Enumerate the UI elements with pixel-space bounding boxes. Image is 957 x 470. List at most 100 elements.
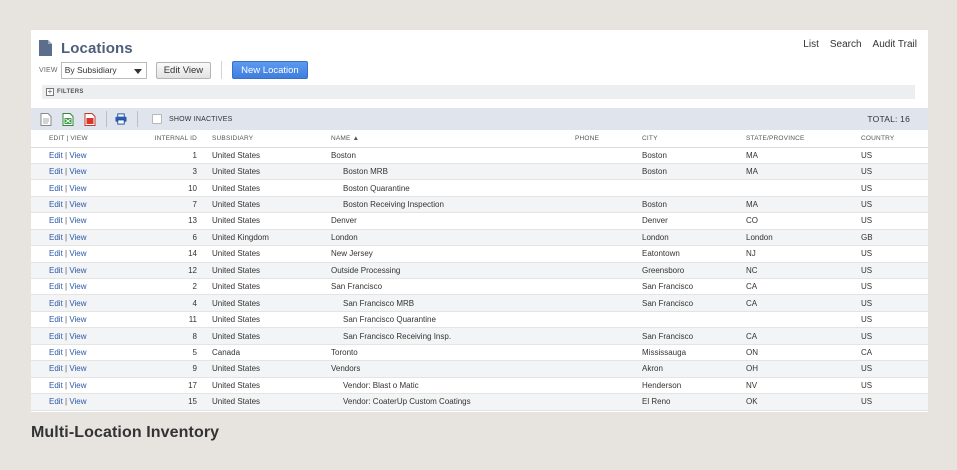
- view-select[interactable]: By Subsidiary: [60, 61, 147, 79]
- subsidiary-cell: Canada: [212, 344, 331, 362]
- document-icon[interactable]: [40, 112, 52, 126]
- edit-view-cell: Edit | View: [31, 393, 127, 411]
- edit-view-cell: Edit | View: [31, 163, 127, 181]
- pdf-icon[interactable]: [84, 112, 96, 126]
- edit-view-cell: Edit | View: [31, 262, 127, 280]
- view-link[interactable]: View: [69, 315, 86, 324]
- column-header-state-province[interactable]: STATE/PROVINCE: [746, 131, 861, 148]
- excel-icon[interactable]: [62, 112, 74, 126]
- table-row: Edit | View 3 United States Boston MRB Bosto…: [31, 163, 928, 181]
- view-link[interactable]: View: [69, 266, 86, 275]
- name-cell: Boston Quarantine: [331, 179, 575, 197]
- table-row: Edit | View 2 United States San Francisco Sa…: [31, 278, 928, 296]
- name-cell: San Francisco MRB: [331, 294, 575, 312]
- state-cell: London: [746, 229, 861, 247]
- audit-trail-link[interactable]: Audit Trail: [873, 39, 917, 50]
- subsidiary-cell: United States: [212, 377, 331, 395]
- view-link[interactable]: View: [69, 282, 86, 291]
- phone-cell: [575, 377, 642, 395]
- column-header-country[interactable]: COUNTRY: [861, 131, 928, 148]
- view-link[interactable]: View: [69, 184, 86, 193]
- column-header-phone[interactable]: PHONE: [575, 131, 642, 148]
- state-cell: [746, 311, 861, 329]
- view-link[interactable]: View: [69, 397, 86, 406]
- edit-link[interactable]: Edit: [49, 348, 63, 357]
- edit-link[interactable]: Edit: [49, 184, 63, 193]
- view-link[interactable]: View: [69, 381, 86, 390]
- view-link[interactable]: View: [69, 216, 86, 225]
- edit-link[interactable]: Edit: [49, 167, 63, 176]
- table-row: Edit | View 12 United States Outside Proces…: [31, 262, 928, 280]
- country-cell: US: [861, 377, 928, 395]
- edit-link[interactable]: Edit: [49, 249, 63, 258]
- column-header-subsidiary[interactable]: SUBSIDIARY: [212, 131, 331, 148]
- edit-link[interactable]: Edit: [49, 233, 63, 242]
- edit-link[interactable]: Edit: [49, 299, 63, 308]
- edit-link[interactable]: Edit: [49, 397, 63, 406]
- view-link[interactable]: View: [69, 200, 86, 209]
- view-link[interactable]: View: [69, 299, 86, 308]
- new-location-button[interactable]: New Location: [232, 61, 308, 79]
- internal-id-cell: 5: [127, 344, 212, 362]
- name-cell: Denver: [331, 212, 575, 230]
- total-count: TOTAL: 16: [867, 114, 910, 124]
- view-link[interactable]: View: [69, 151, 86, 160]
- list-link[interactable]: List: [803, 39, 819, 50]
- view-link[interactable]: View: [69, 167, 86, 176]
- edit-link[interactable]: Edit: [49, 266, 63, 275]
- show-inactives-checkbox[interactable]: [152, 114, 162, 124]
- city-cell: Denver: [642, 212, 746, 230]
- table-row: Edit | View 5 Canada Toronto Mississauga ON CA: [31, 344, 928, 362]
- edit-link[interactable]: Edit: [49, 216, 63, 225]
- subsidiary-cell: United States: [212, 294, 331, 312]
- phone-cell: [575, 344, 642, 362]
- subsidiary-cell: United States: [212, 196, 331, 214]
- state-cell: MA: [746, 163, 861, 181]
- search-link[interactable]: Search: [830, 39, 862, 50]
- country-cell: US: [861, 196, 928, 214]
- internal-id-cell: 11: [127, 311, 212, 329]
- city-cell: Eatontown: [642, 245, 746, 263]
- list-toolbar: SHOW INACTIVES TOTAL: 16: [31, 108, 928, 130]
- print-icon[interactable]: [115, 112, 127, 126]
- edit-link[interactable]: Edit: [49, 364, 63, 373]
- divider: [137, 111, 138, 127]
- view-link[interactable]: View: [69, 249, 86, 258]
- edit-view-cell: Edit | View: [31, 212, 127, 230]
- state-cell: [746, 179, 861, 197]
- name-cell: Toronto: [331, 344, 575, 362]
- edit-link[interactable]: Edit: [49, 151, 63, 160]
- subsidiary-cell: United States: [212, 393, 331, 411]
- edit-link[interactable]: Edit: [49, 332, 63, 341]
- edit-link[interactable]: Edit: [49, 381, 63, 390]
- country-cell: US: [861, 393, 928, 411]
- column-header-city[interactable]: CITY: [642, 131, 746, 148]
- table-row: Edit | View 4 United States San Francisco M…: [31, 294, 928, 312]
- internal-id-cell: 9: [127, 360, 212, 378]
- locations-table: EDIT | VIEW INTERNAL ID SUBSIDIARY NAME …: [31, 131, 928, 411]
- filters-bar[interactable]: + FILTERS: [42, 85, 915, 99]
- top-links: List Search Audit Trail: [803, 39, 917, 50]
- edit-view-cell: Edit | View: [31, 196, 127, 214]
- edit-link[interactable]: Edit: [49, 200, 63, 209]
- edit-link[interactable]: Edit: [49, 315, 63, 324]
- column-header-name[interactable]: NAME ▲: [331, 131, 575, 148]
- subsidiary-cell: United States: [212, 278, 331, 296]
- column-header-internal-id[interactable]: INTERNAL ID: [127, 131, 212, 148]
- internal-id-cell: 8: [127, 327, 212, 345]
- view-link[interactable]: View: [69, 348, 86, 357]
- view-link[interactable]: View: [69, 332, 86, 341]
- city-cell: Boston: [642, 163, 746, 181]
- name-cell: Vendor: Blast o Matic: [331, 377, 575, 395]
- view-link[interactable]: View: [69, 233, 86, 242]
- edit-link[interactable]: Edit: [49, 282, 63, 291]
- plus-icon[interactable]: +: [46, 88, 54, 96]
- phone-cell: [575, 147, 642, 164]
- view-link[interactable]: View: [69, 364, 86, 373]
- internal-id-cell: 6: [127, 229, 212, 247]
- edit-view-button[interactable]: Edit View: [155, 61, 212, 79]
- chevron-down-icon: [133, 68, 142, 74]
- country-cell: US: [861, 327, 928, 345]
- edit-view-cell: Edit | View: [31, 278, 127, 296]
- edit-view-cell: Edit | View: [31, 229, 127, 247]
